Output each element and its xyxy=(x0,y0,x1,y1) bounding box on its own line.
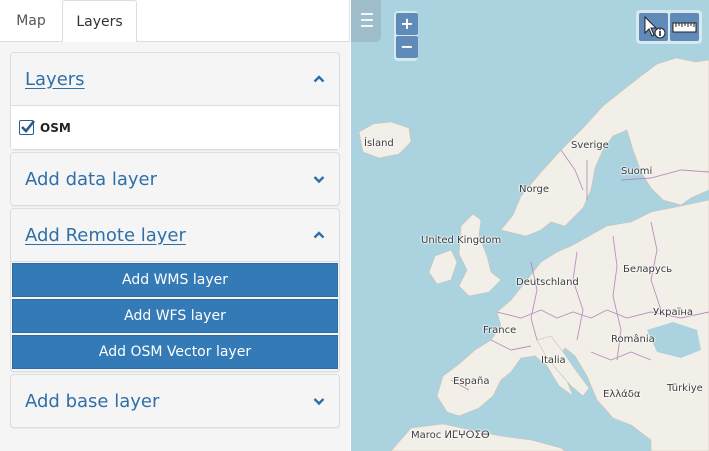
map-label-maroc: Maroc ⵍⵎⵖⵔⵉⴱ xyxy=(411,430,490,441)
map-label-sverige: Sverige xyxy=(571,140,609,151)
add-data-layer-title[interactable]: Add data layer xyxy=(25,169,157,190)
map-label-turkiye: Türkiye xyxy=(667,383,703,394)
sidebar-toggle-button[interactable] xyxy=(351,0,381,42)
add-base-layer-title[interactable]: Add base layer xyxy=(25,391,159,412)
zoom-in-button[interactable]: + xyxy=(396,13,418,35)
sidebar-tabbar: Map Layers xyxy=(0,0,350,43)
map-label-norge: Norge xyxy=(519,184,550,195)
layers-panel: Layers OSM xyxy=(10,52,340,150)
feature-info-button[interactable] xyxy=(639,13,668,41)
layers-panel-title[interactable]: Layers xyxy=(25,69,85,90)
add-remote-layer-header[interactable]: Add Remote layer xyxy=(11,209,339,261)
layer-list: OSM xyxy=(11,105,339,149)
tab-layers[interactable]: Layers xyxy=(62,0,137,43)
sidebar: Map Layers Layers OSM Add data layer Add… xyxy=(0,0,350,451)
pointer-info-icon xyxy=(644,15,666,39)
layer-panels: Layers OSM Add data layer Add Remote lay… xyxy=(10,52,340,430)
ruler-icon xyxy=(672,22,697,33)
map-label-island: Ísland xyxy=(364,138,394,149)
map-label-italia: Italia xyxy=(541,355,566,366)
layers-tab-content: Layers OSM Add data layer Add Remote lay… xyxy=(0,42,350,451)
checkmark-icon xyxy=(21,120,36,133)
map-label-deutschland: Deutschland xyxy=(516,277,579,288)
map-label-ukraina: Україна xyxy=(653,307,694,318)
menu-icon xyxy=(361,13,373,27)
map-label-espana: España xyxy=(453,376,490,387)
map-label-france: France xyxy=(483,325,517,336)
add-wms-layer-button[interactable]: Add WMS layer xyxy=(12,263,338,297)
map-view[interactable]: + − Ísland Norge Sverige Suomi United Ki… xyxy=(351,0,709,451)
add-data-layer-panel: Add data layer xyxy=(10,152,340,206)
chevron-up-icon xyxy=(313,75,325,83)
map-tools xyxy=(636,10,702,44)
map-label-united-kingdom: United Kingdom xyxy=(421,235,502,246)
measure-button[interactable] xyxy=(670,13,699,41)
map-label-belarus: Беларусь xyxy=(623,264,673,275)
map-label-romania: România xyxy=(611,334,655,345)
add-base-layer-header[interactable]: Add base layer xyxy=(11,375,339,427)
map-label-ellada: Ελλάδα xyxy=(603,389,641,400)
add-base-layer-panel: Add base layer xyxy=(10,374,340,428)
osm-layer-checkbox[interactable] xyxy=(19,120,36,135)
zoom-control: + − xyxy=(394,11,418,61)
map-label-suomi: Suomi xyxy=(621,166,653,177)
chevron-down-icon xyxy=(313,398,325,406)
add-osm-vector-layer-button[interactable]: Add OSM Vector layer xyxy=(12,335,338,369)
tab-map[interactable]: Map xyxy=(0,0,62,42)
layers-panel-header[interactable]: Layers xyxy=(11,53,339,105)
chevron-up-icon xyxy=(313,231,325,239)
remote-layer-buttons: Add WMS layer Add WFS layer Add OSM Vect… xyxy=(11,261,339,369)
add-data-layer-header[interactable]: Add data layer xyxy=(11,153,339,205)
add-remote-layer-panel: Add Remote layer Add WMS layer Add WFS l… xyxy=(10,208,340,372)
map-basemap[interactable] xyxy=(351,0,709,451)
osm-layer-label: OSM xyxy=(40,120,71,135)
zoom-out-button[interactable]: − xyxy=(396,36,418,58)
add-remote-layer-title[interactable]: Add Remote layer xyxy=(25,225,186,246)
add-wfs-layer-button[interactable]: Add WFS layer xyxy=(12,299,338,333)
chevron-down-icon xyxy=(313,176,325,184)
